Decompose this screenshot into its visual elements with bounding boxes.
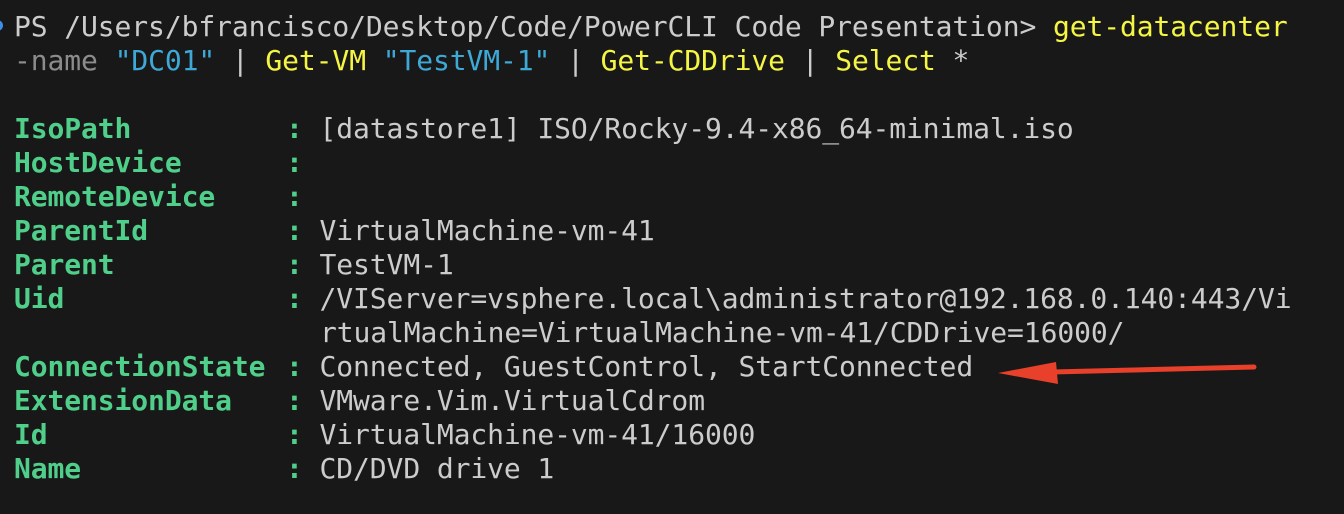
property-value: VirtualMachine-vm-41 — [319, 214, 655, 247]
property-key: IsoPath — [14, 112, 132, 145]
pipe: | — [801, 44, 819, 77]
arrow-head — [998, 362, 1058, 384]
arg-wildcard: * — [952, 44, 970, 77]
property-separator: : — [286, 112, 303, 145]
property-value: CD/DVD drive 1 — [319, 452, 555, 485]
property-row: ExtensionData: VMware.Vim.VirtualCdrom — [14, 384, 1344, 418]
property-key: Name — [14, 452, 82, 485]
property-row: Name: CD/DVD drive 1 — [14, 452, 1344, 486]
property-key: RemoteDevice — [14, 180, 216, 213]
property-row: RemoteDevice: — [14, 180, 1344, 214]
property-separator: : — [286, 214, 303, 247]
prompt: PS /Users/bfrancisco/Desktop/Code/PowerC… — [14, 10, 1037, 43]
property-key: ParentId — [14, 214, 149, 247]
terminal-output: PS /Users/bfrancisco/Desktop/Code/PowerC… — [14, 10, 1344, 486]
arrow-shaft — [1049, 364, 1257, 375]
property-value: VMware.Vim.VirtualCdrom — [319, 384, 706, 417]
command-get-datacenter: get-datacenter — [1052, 10, 1288, 43]
pipe: | — [231, 44, 249, 77]
command-select: Select — [835, 44, 936, 77]
property-key: HostDevice — [14, 146, 182, 179]
property-separator: : — [286, 146, 303, 179]
property-key: Parent — [14, 248, 115, 281]
pipe: | — [567, 44, 584, 77]
property-separator: : — [286, 282, 303, 315]
property-value-continuation: rtualMachine=VirtualMachine-vm-41/CDDriv… — [320, 316, 1125, 349]
property-value: Connected, GuestControl, StartConnected — [319, 350, 974, 383]
property-row: ParentId: VirtualMachine-vm-41 — [14, 214, 1344, 248]
property-value: VirtualMachine-vm-41/16000 — [319, 418, 756, 451]
property-value: /VIServer=vsphere.local\administrator@19… — [319, 282, 1292, 315]
property-separator: : — [286, 350, 303, 383]
property-separator: : — [286, 248, 303, 281]
arg-testvm: "TestVM-1" — [382, 44, 551, 77]
property-separator: : — [286, 180, 303, 213]
property-row: Id: VirtualMachine-vm-41/16000 — [14, 418, 1344, 452]
command-decoration-icon[interactable] — [0, 20, 3, 31]
property-key: Id — [14, 418, 48, 451]
property-row: IsoPath: [datastore1] ISO/Rocky-9.4-x86_… — [14, 112, 1344, 146]
command-get-vm: Get-VM — [265, 44, 366, 77]
property-row-continuation: rtualMachine=VirtualMachine-vm-41/CDDriv… — [14, 316, 1344, 350]
property-row: Uid: /VIServer=vsphere.local\administrat… — [14, 282, 1344, 316]
command-line-2: -name "DC01" | Get-VM "TestVM-1" | Get-C… — [14, 44, 1344, 78]
property-key: ConnectionState — [14, 350, 266, 383]
property-separator: : — [286, 418, 303, 451]
property-row: HostDevice: — [14, 146, 1344, 180]
property-separator: : — [286, 452, 303, 485]
property-value: TestVM-1 — [319, 248, 454, 281]
arg-dc01: "DC01" — [114, 44, 216, 77]
command-line-1: PS /Users/bfrancisco/Desktop/Code/PowerC… — [14, 10, 1344, 44]
property-row: Parent: TestVM-1 — [14, 248, 1344, 282]
annotation-arrow-icon — [998, 362, 1257, 384]
property-value: [datastore1] ISO/Rocky-9.4-x86_64-minima… — [319, 112, 1074, 145]
property-key: Uid — [14, 282, 65, 315]
param-name: -name — [14, 44, 98, 77]
property-key: ExtensionData — [14, 384, 232, 417]
property-separator: : — [286, 384, 303, 417]
command-get-cddrive: Get-CDDrive — [600, 44, 785, 77]
